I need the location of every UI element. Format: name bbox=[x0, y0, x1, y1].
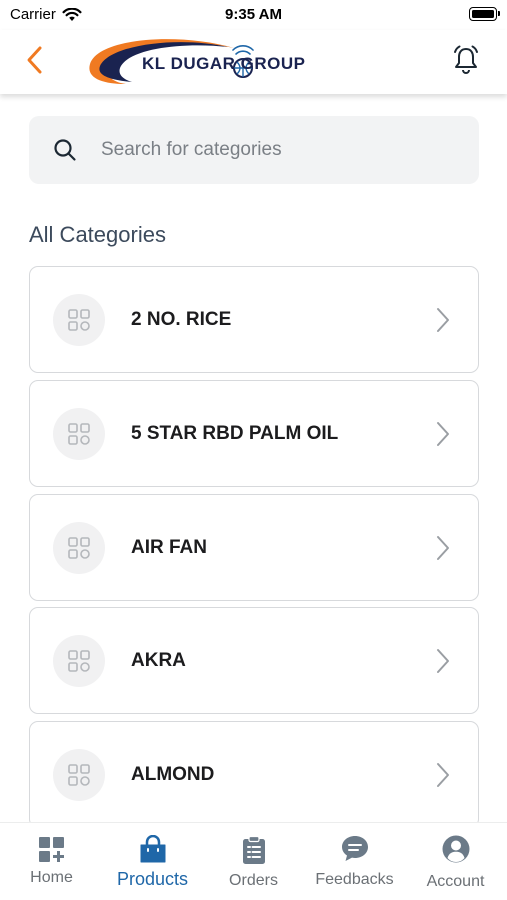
shopping-bag-icon bbox=[140, 835, 165, 863]
category-label: 5 STAR RBD PALM OIL bbox=[131, 423, 339, 444]
tab-label: Account bbox=[426, 873, 485, 890]
grid-icon bbox=[68, 423, 90, 445]
chevron-left-icon bbox=[27, 46, 42, 74]
category-label: 2 NO. RICE bbox=[131, 309, 232, 330]
category-item[interactable]: 5 STAR RBD PALM OIL bbox=[29, 380, 479, 487]
chevron-right-icon bbox=[437, 536, 449, 560]
category-label: ALMOND bbox=[131, 764, 215, 785]
tab-label: Feedbacks bbox=[315, 871, 394, 888]
tab-label: Products bbox=[116, 869, 189, 889]
grid-icon bbox=[68, 650, 90, 672]
chat-bubble-icon bbox=[341, 836, 368, 861]
category-list: 2 NO. RICE 5 STAR RBD PALM OIL AIR FAN A… bbox=[29, 266, 479, 822]
tab-label: Orders bbox=[229, 872, 278, 889]
back-button[interactable] bbox=[22, 44, 50, 76]
category-item[interactable]: 2 NO. RICE bbox=[29, 266, 479, 373]
home-grid-icon bbox=[38, 837, 64, 862]
battery-icon bbox=[469, 7, 500, 21]
category-icon bbox=[53, 294, 105, 346]
tab-label: Home bbox=[30, 869, 73, 886]
status-time: 9:35 AM bbox=[225, 6, 282, 23]
category-item[interactable]: AKRA bbox=[29, 607, 479, 714]
search-input[interactable] bbox=[101, 116, 461, 184]
search-icon bbox=[54, 139, 76, 161]
bottom-tab-bar: Home Products Orders Feedbacks Account bbox=[0, 822, 507, 900]
bell-icon bbox=[454, 45, 478, 74]
logo-text: KL DUGAR GROUP bbox=[142, 54, 306, 73]
category-label: AIR FAN bbox=[131, 537, 207, 558]
search-bar[interactable] bbox=[29, 116, 479, 184]
app-header: KL DUGAR GROUP bbox=[0, 30, 507, 94]
notifications-button[interactable] bbox=[451, 44, 481, 76]
category-icon bbox=[53, 522, 105, 574]
company-logo: KL DUGAR GROUP bbox=[88, 34, 308, 88]
chevron-right-icon bbox=[437, 649, 449, 673]
category-icon bbox=[53, 635, 105, 687]
category-icon bbox=[53, 408, 105, 460]
tab-home[interactable]: Home bbox=[1, 823, 102, 900]
grid-icon bbox=[68, 309, 90, 331]
tab-orders[interactable]: Orders bbox=[203, 823, 304, 900]
category-label: AKRA bbox=[131, 650, 186, 671]
category-icon bbox=[53, 749, 105, 801]
section-title: All Categories bbox=[29, 222, 166, 247]
chevron-right-icon bbox=[437, 308, 449, 332]
tab-account[interactable]: Account bbox=[405, 823, 506, 900]
status-bar: Carrier 9:35 AM bbox=[0, 0, 507, 30]
grid-icon bbox=[68, 537, 90, 559]
chevron-right-icon bbox=[437, 763, 449, 787]
user-icon bbox=[442, 835, 469, 863]
category-item[interactable]: ALMOND bbox=[29, 721, 479, 822]
tab-feedbacks[interactable]: Feedbacks bbox=[304, 823, 405, 900]
category-item[interactable]: AIR FAN bbox=[29, 494, 479, 601]
clipboard-icon bbox=[242, 835, 265, 864]
chevron-right-icon bbox=[437, 422, 449, 446]
grid-icon bbox=[68, 764, 90, 786]
tab-products[interactable]: Products bbox=[102, 823, 203, 900]
